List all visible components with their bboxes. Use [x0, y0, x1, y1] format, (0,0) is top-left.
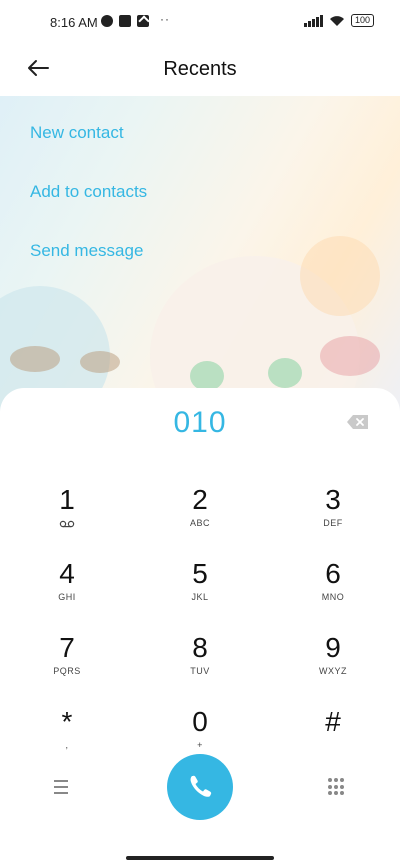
key-digit: 9 — [325, 632, 341, 663]
key-letters: WXYZ — [319, 666, 347, 676]
dialpad-panel: 010 1 2 ABC 3 DEF 4 GHI 5 JKL 6 MNO 7 PQ… — [0, 388, 400, 866]
key-letters: PQRS — [53, 666, 81, 676]
add-to-contacts-link[interactable]: Add to contacts — [30, 182, 147, 202]
key-digit: 5 — [192, 558, 208, 589]
key-digit: 3 — [325, 484, 341, 515]
key-9[interactable]: 9 WXYZ — [283, 632, 383, 692]
voicemail-icon — [59, 520, 75, 528]
key-digit: 2 — [192, 484, 208, 515]
new-contact-link[interactable]: New contact — [30, 123, 124, 143]
app-square-icon — [119, 15, 131, 27]
key-letters: GHI — [58, 592, 76, 602]
key-8[interactable]: 8 TUV — [150, 632, 250, 692]
more-notifications-indicator: ·· — [160, 12, 170, 26]
key-1[interactable]: 1 — [17, 484, 117, 544]
dialed-number-display: 010 — [173, 406, 227, 439]
key-2[interactable]: 2 ABC — [150, 484, 250, 544]
key-digit: 1 — [59, 484, 75, 515]
keypad-grid-icon[interactable] — [328, 778, 344, 796]
phone-icon — [190, 775, 212, 797]
battery-icon: 100 — [350, 14, 374, 27]
signal-icon — [303, 14, 323, 27]
key-letters: JKL — [191, 592, 209, 602]
key-digit: 4 — [59, 558, 75, 589]
key-letters: ABC — [189, 518, 210, 528]
key-digit: 8 — [192, 632, 208, 663]
key-letters: TUV — [190, 666, 210, 676]
send-message-link[interactable]: Send message — [30, 241, 143, 261]
wifi-icon — [329, 15, 344, 26]
key-5[interactable]: 5 JKL — [150, 558, 250, 618]
status-notification-icons — [101, 15, 149, 27]
status-bar: 8:16 AM ·· 100 — [0, 0, 400, 44]
status-time: 8:16 AM — [50, 15, 98, 30]
key-3[interactable]: 3 DEF — [283, 484, 383, 544]
key-letters: DEF — [323, 518, 343, 528]
upload-icon — [137, 15, 149, 27]
status-system-icons: 100 — [303, 14, 374, 27]
key-digit: 0 — [192, 706, 208, 737]
home-indicator[interactable] — [126, 856, 274, 860]
app-header: Recents — [0, 44, 400, 96]
key-letters: MNO — [321, 592, 345, 602]
call-button[interactable] — [167, 754, 233, 820]
key-6[interactable]: 6 MNO — [283, 558, 383, 618]
key-4[interactable]: 4 GHI — [17, 558, 117, 618]
hamburger-menu-icon[interactable] — [54, 780, 74, 796]
notification-circle-icon — [101, 15, 113, 27]
key-digit: * — [61, 706, 73, 737]
key-digit: 7 — [59, 632, 75, 663]
dialpad-actions — [0, 748, 400, 828]
key-digit: 6 — [325, 558, 341, 589]
key-digit: # — [325, 706, 341, 737]
backspace-icon[interactable] — [346, 413, 370, 431]
key-7[interactable]: 7 PQRS — [17, 632, 117, 692]
page-title: Recents — [163, 58, 237, 80]
